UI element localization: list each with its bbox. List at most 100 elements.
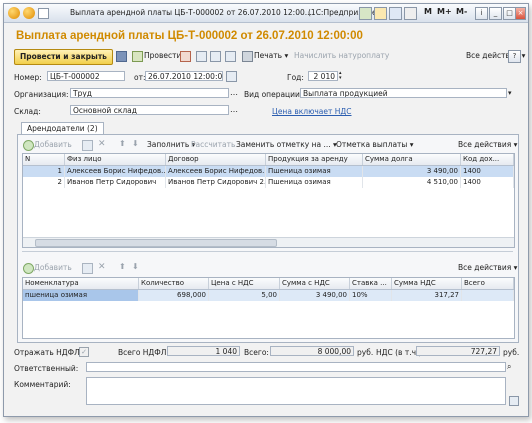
document-window: Выплата арендной платы ЦБ-Т-000002 от 26… [3,3,529,417]
copy-icon[interactable] [210,51,221,62]
column-header[interactable]: Сумма долга [363,154,461,165]
dropdown-icon[interactable]: ▾ [508,88,517,98]
column-header[interactable]: Цена с НДС [209,278,280,289]
column-header[interactable]: Сумма с НДС [280,278,350,289]
printer-icon [242,51,253,62]
table-cell: 3 490,00 [363,166,461,177]
table-row[interactable]: 2 Иванов Петр Сидорович Иванов Петр Сидо… [23,177,514,188]
total-ndfl-field[interactable]: 1 040 [167,346,240,356]
fill-button[interactable]: Заполнить ▾ [147,140,195,149]
ellipsis-icon[interactable]: … [230,88,239,98]
total-field[interactable]: 8 000,00 [270,346,354,356]
search-icon[interactable]: ⌕ [507,362,516,372]
save-icon[interactable] [116,51,127,62]
year-label: Год: [287,73,304,82]
add-item-button[interactable]: Добавить [34,263,72,272]
table-cell: 317,27 [392,290,462,301]
table-cell: 10% [350,290,392,301]
structure-icon[interactable] [225,51,236,62]
copy-row-icon[interactable] [82,140,93,151]
table-cell: Иванов Петр Сидорович [65,177,166,188]
page-title: Выплата арендной платы ЦБ-Т-000002 от 26… [16,30,363,42]
column-header[interactable]: Всего [462,278,514,289]
splitter[interactable] [22,251,513,252]
minimize-icon[interactable]: _ [489,7,502,20]
move-up-icon[interactable]: ⬆ [119,139,126,148]
table-cell: 5,00 [209,290,280,301]
move-down-icon[interactable]: ⬇ [132,262,139,271]
grid-all-actions-button[interactable]: Все действия ▾ [458,140,517,149]
table-cell: Пшеница озимая [266,166,363,177]
table-row[interactable]: 1 Алексеев Борис Нифедов... Алексеев Бор… [23,166,514,177]
note-icon[interactable] [404,7,417,20]
calendar-icon[interactable] [389,7,402,20]
star-icon[interactable] [38,8,49,19]
memory-minus-button[interactable]: M- [456,7,467,16]
column-header[interactable]: Физ лицо [65,154,166,165]
green-icon[interactable] [359,7,372,20]
ndfl-checkbox[interactable]: ✓ [79,347,89,357]
date-field[interactable]: 26.07.2010 12:00:00 [145,71,223,81]
operation-label: Вид операции: [244,90,303,99]
delete-icon[interactable]: ✕ [98,262,106,272]
memory-button[interactable]: M [424,7,432,16]
year-field[interactable]: 2 010 [308,71,338,81]
charge-button[interactable]: Начислить натуроплату [294,51,389,60]
table-cell[interactable]: пшеница озимая [23,290,139,301]
table-cell: 4 510,00 [363,177,461,188]
add-button[interactable]: Добавить [34,140,72,149]
delete-icon[interactable]: ✕ [98,139,106,149]
column-header[interactable]: N [23,154,65,165]
unpost-icon[interactable] [180,51,191,62]
copy-row-icon[interactable] [82,263,93,274]
vat-field[interactable]: 727,27 [416,346,500,356]
operation-field[interactable]: Выплата продукцией [300,88,507,98]
price-includes-vat-link[interactable]: Цена включает НДС [272,107,352,116]
horizontal-scrollbar[interactable] [23,237,514,247]
items-all-actions-button[interactable]: Все действия ▾ [458,263,517,272]
calc-icon[interactable] [374,7,387,20]
vat-currency: руб. [503,348,520,357]
menu-icon[interactable] [23,7,35,19]
move-up-icon[interactable]: ⬆ [119,262,126,271]
year-spinner-icon[interactable]: ▴ ▾ [339,71,345,81]
memory-plus-button[interactable]: M+ [437,7,452,16]
doc-icon[interactable] [196,51,207,62]
products-table[interactable]: Номенклатура Количество Цена с НДС Сумма… [22,277,515,339]
post-button[interactable]: Провести [144,51,181,60]
column-header[interactable]: Сумма НДС [392,278,462,289]
post-icon [132,51,143,62]
table-row[interactable]: пшеница озимая 698,000 5,00 3 490,00 10%… [23,290,514,301]
comment-expand-icon[interactable] [509,396,519,406]
column-header[interactable]: Код дох... [461,154,514,165]
comment-field[interactable] [86,377,506,405]
close-icon[interactable]: × [515,7,526,20]
warehouse-field[interactable]: Основной склад [70,105,229,115]
lessors-table[interactable]: N Физ лицо Договор Продукция за аренду С… [22,153,515,248]
column-header[interactable]: Продукция за аренду [266,154,363,165]
calendar-icon[interactable] [226,71,237,82]
column-header[interactable]: Ставка ... [350,278,392,289]
column-header[interactable]: Номенклатура [23,278,139,289]
organization-field[interactable]: Труд [70,88,229,98]
responsible-field[interactable] [86,362,506,372]
print-button[interactable]: Печать ▾ [254,51,288,60]
warehouse-label: Склад: [14,107,41,116]
table-cell: Алексеев Борис Нифедов... [168,166,266,177]
calculate-button[interactable]: Рассчитать [191,140,235,149]
ellipsis-icon[interactable]: … [230,105,239,115]
column-header[interactable]: Договор [166,154,266,165]
post-close-button[interactable]: Провести и закрыть [14,49,113,65]
total-label: Всего: [244,348,269,357]
help-icon[interactable]: ? [508,50,521,63]
window-title: Выплата арендной платы ЦБ-Т-000002 от 26… [70,8,312,17]
help-icon[interactable]: i [475,7,488,20]
organization-label: Организация: [14,90,69,99]
move-down-icon[interactable]: ⬇ [132,139,139,148]
number-field[interactable]: ЦБ-Т-000002 [47,71,125,81]
column-header[interactable]: Количество [139,278,209,289]
scroll-thumb[interactable] [35,239,277,247]
add-icon [23,263,34,274]
payment-mark-button[interactable]: Отметка выплаты ▾ [336,140,414,149]
replace-mark-button[interactable]: Заменить отметку на ... ▾ [236,140,337,149]
